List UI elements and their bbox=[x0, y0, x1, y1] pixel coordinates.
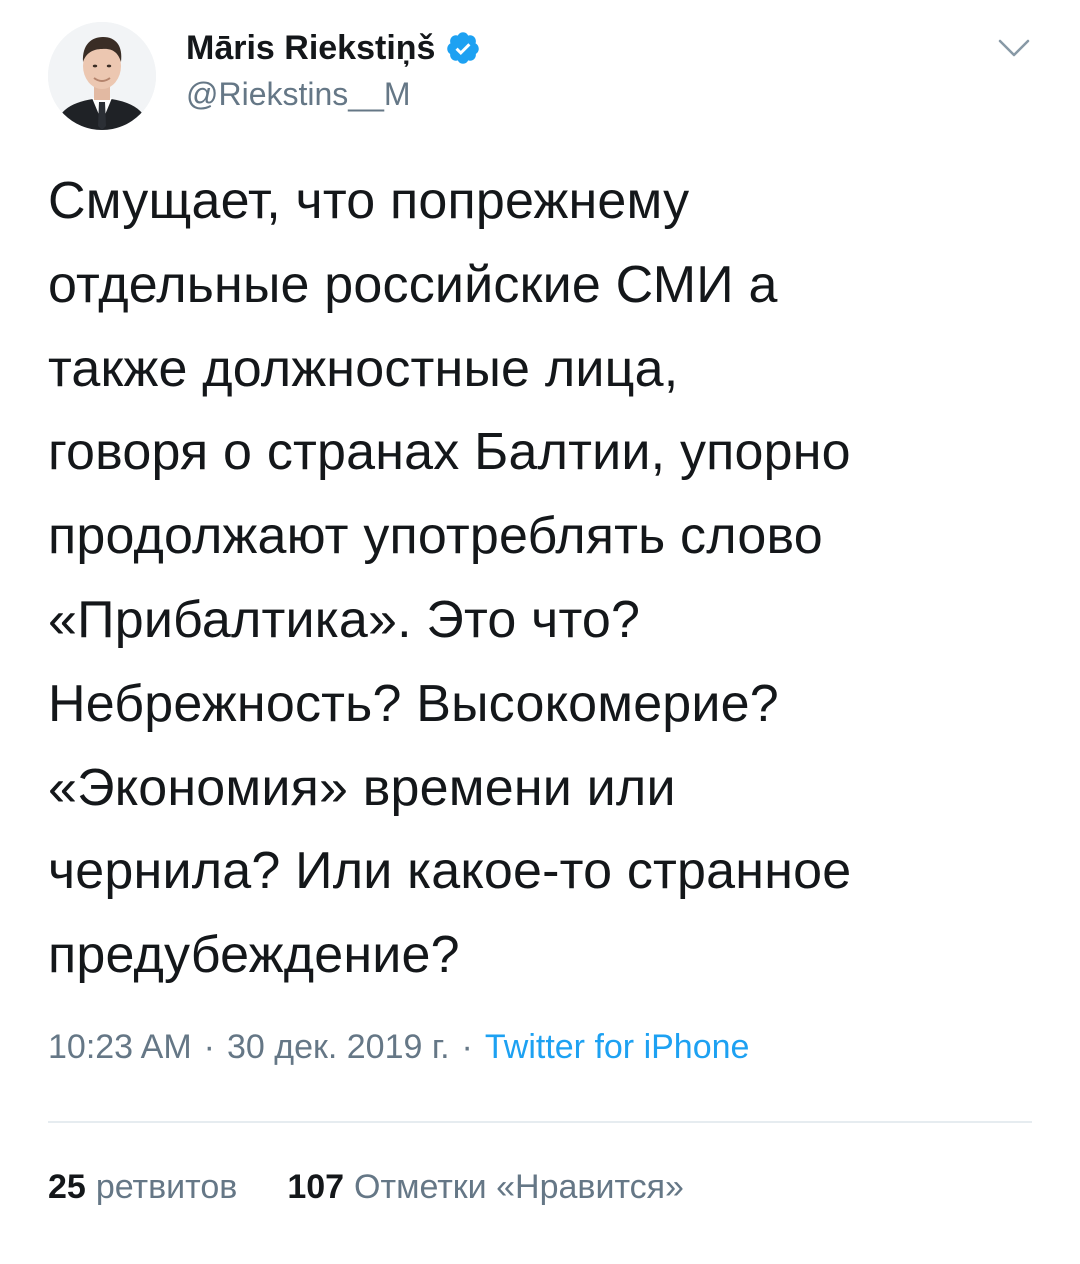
tweet-time[interactable]: 10:23 AM bbox=[48, 1028, 192, 1066]
tweet-meta: 10:23 AM · 30 дек. 2019 г. · Twitter for iPh… bbox=[48, 1028, 749, 1067]
meta-separator: · bbox=[203, 1028, 215, 1066]
retweets-count: 25 bbox=[48, 1168, 86, 1206]
chevron-down-icon[interactable] bbox=[996, 36, 1032, 60]
display-name[interactable]: Māris Riekstiņš bbox=[186, 29, 435, 68]
tweet-source-link[interactable]: Twitter for iPhone bbox=[485, 1028, 750, 1066]
likes-stat[interactable]: 107 Отметки «Нравится» bbox=[287, 1168, 684, 1207]
author-handle[interactable]: @Riekstins__M bbox=[186, 76, 481, 113]
display-name-row: Māris Riekstiņš bbox=[186, 26, 481, 70]
likes-label: Отметки «Нравится» bbox=[354, 1168, 684, 1206]
retweets-stat[interactable]: 25 ретвитов bbox=[48, 1168, 237, 1207]
tweet-stats: 25 ретвитов 107 Отметки «Нравится» bbox=[48, 1168, 684, 1207]
retweets-label: ретвитов bbox=[95, 1168, 238, 1206]
divider bbox=[48, 1121, 1032, 1123]
tweet: Māris Riekstiņš @Riekstins__M Смущает, ч… bbox=[0, 0, 1080, 1264]
tweet-date[interactable]: 30 дек. 2019 г. bbox=[227, 1028, 450, 1066]
author-names: Māris Riekstiņš @Riekstins__M bbox=[186, 26, 481, 113]
verified-badge-icon bbox=[445, 30, 481, 66]
likes-count: 107 bbox=[287, 1168, 345, 1206]
meta-separator: · bbox=[461, 1028, 473, 1066]
tweet-text: Смущает, что попрежнему отдельные россий… bbox=[48, 172, 852, 985]
avatar[interactable] bbox=[48, 22, 156, 130]
tweet-header: Māris Riekstiņš @Riekstins__M bbox=[48, 22, 1038, 142]
